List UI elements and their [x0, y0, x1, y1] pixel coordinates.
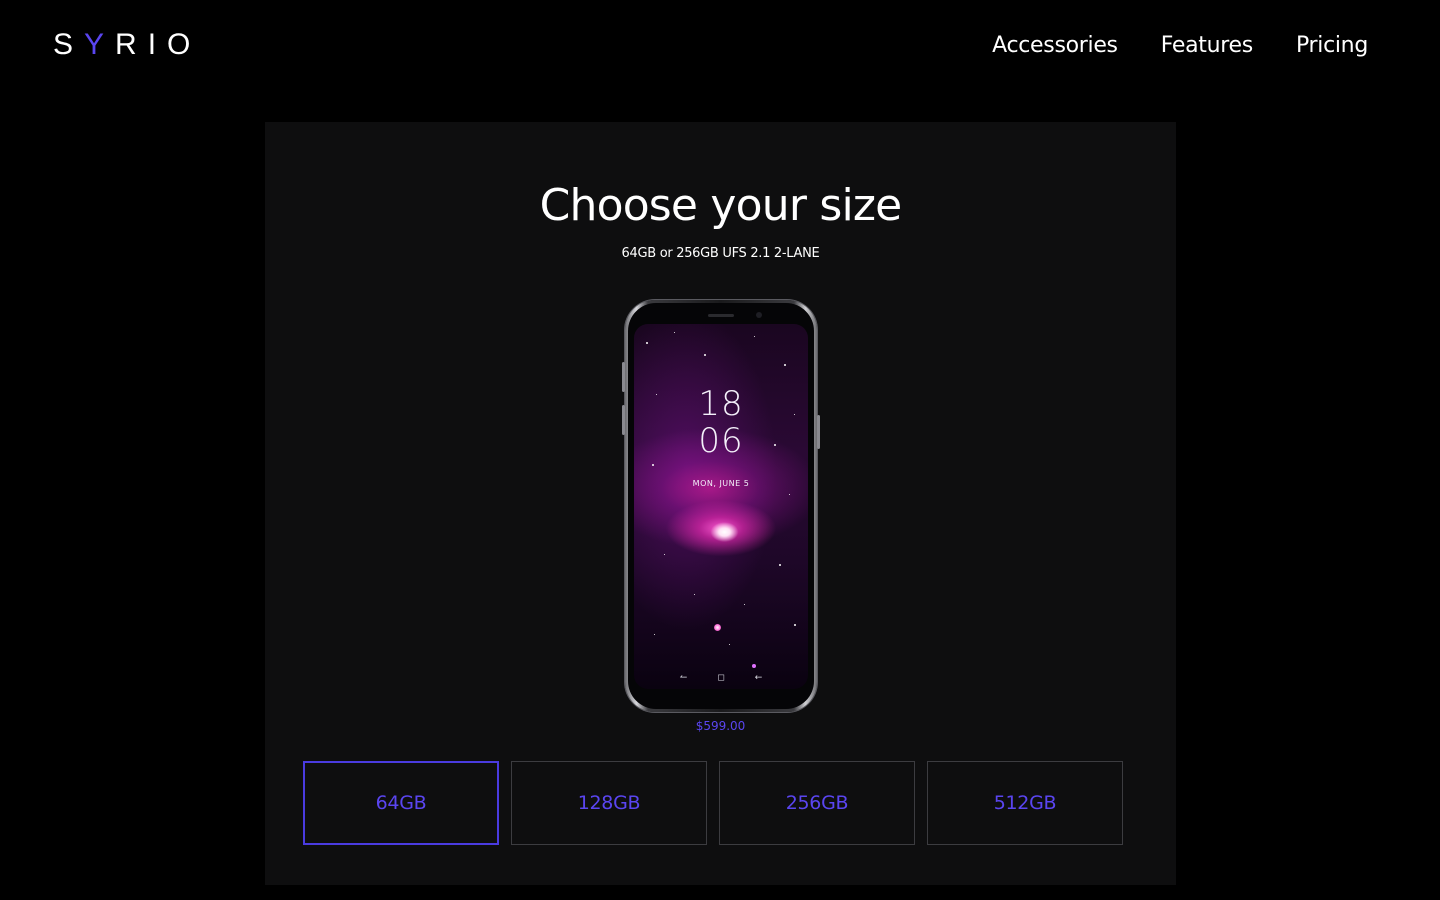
- volume-button: [622, 362, 625, 392]
- logo-letter: I: [147, 28, 168, 61]
- phone-screen: 18 06 MON, JUNE 5 ↼ ◻ ←: [634, 324, 808, 689]
- recent-apps-icon: ↼: [679, 673, 688, 683]
- nav-link-pricing[interactable]: Pricing: [1296, 30, 1368, 62]
- logo-letter-accent: Y: [84, 28, 116, 61]
- nav-link-features[interactable]: Features: [1161, 30, 1254, 62]
- product-price: $599.00: [695, 719, 746, 733]
- nav-link-accessories[interactable]: Accessories: [992, 30, 1118, 62]
- page-title: Choose your size: [539, 180, 903, 231]
- logo-letter: S: [53, 28, 85, 61]
- android-nav-bar: ↼ ◻ ←: [634, 673, 808, 683]
- brand-logo[interactable]: SYRIO: [53, 28, 201, 62]
- phone-body: 18 06 MON, JUNE 5 ↼ ◻ ←: [628, 303, 814, 709]
- lockscreen-clock: 18 06: [634, 386, 808, 460]
- size-option-256gb[interactable]: 256GB: [719, 761, 915, 845]
- storage-size-options: 64GB 128GB 256GB 512GB: [303, 761, 1123, 845]
- home-icon: ◻: [717, 673, 725, 683]
- page-subtitle: 64GB or 256GB UFS 2.1 2-LANE: [621, 246, 820, 261]
- power-button: [817, 415, 820, 449]
- back-icon: ←: [754, 673, 763, 683]
- size-option-128gb[interactable]: 128GB: [511, 761, 707, 845]
- logo-letter: R: [115, 28, 148, 61]
- size-option-64gb[interactable]: 64GB: [303, 761, 499, 845]
- clock-hours: 18: [698, 384, 744, 424]
- clock-minutes: 06: [698, 421, 744, 461]
- front-camera: [756, 312, 762, 318]
- bixby-button: [622, 405, 625, 435]
- site-header: SYRIO Accessories Features Pricing: [0, 0, 1440, 95]
- phone-product-image: 18 06 MON, JUNE 5 ↼ ◻ ←: [622, 300, 820, 712]
- size-option-512gb[interactable]: 512GB: [927, 761, 1123, 845]
- lockscreen-date: MON, JUNE 5: [692, 479, 750, 488]
- main-nav: Accessories Features Pricing: [992, 30, 1368, 62]
- logo-letter: O: [167, 28, 202, 61]
- size-selector-panel: Choose your size 64GB or 256GB UFS 2.1 2…: [265, 122, 1176, 885]
- earpiece: [708, 314, 734, 317]
